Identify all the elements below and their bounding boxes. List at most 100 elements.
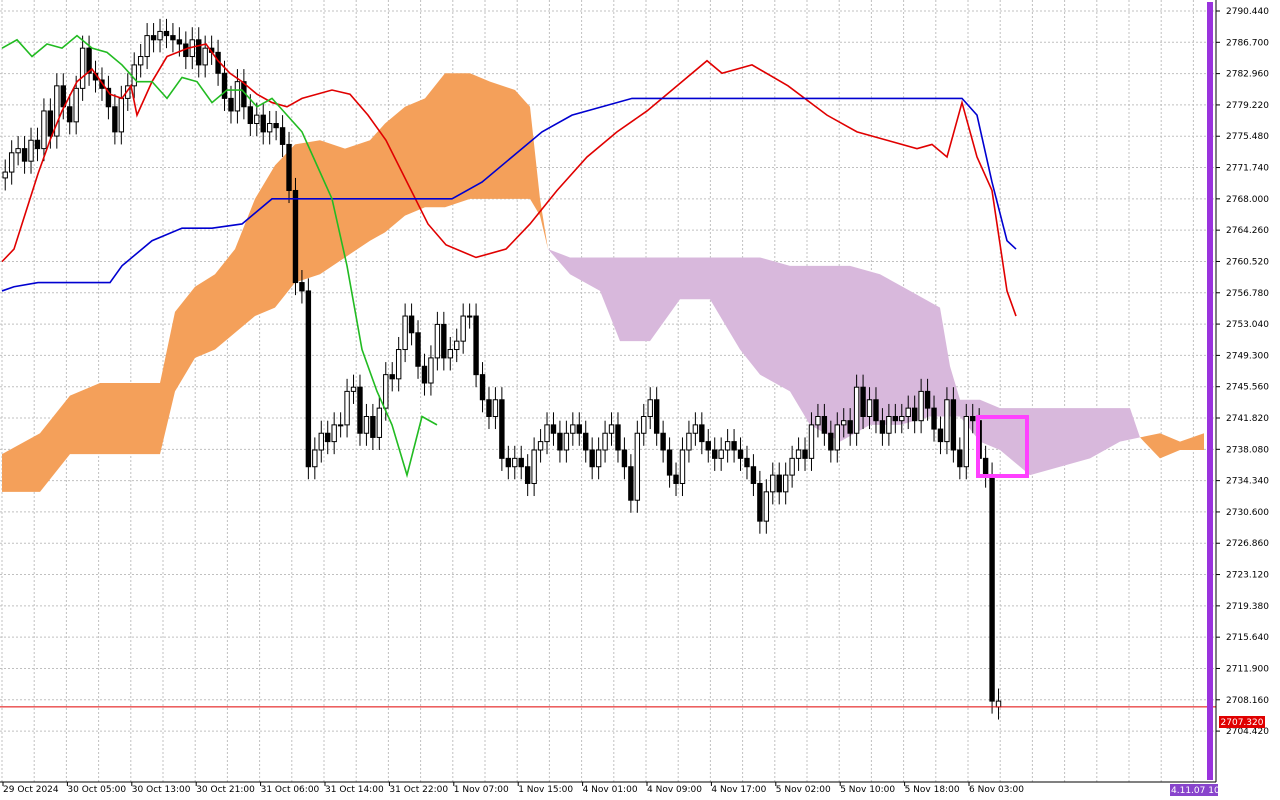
- candle-body: [383, 374, 389, 409]
- candle-body: [176, 39, 183, 45]
- candle-body: [621, 449, 628, 468]
- candle-body: [789, 457, 795, 476]
- candle-body: [157, 30, 163, 41]
- time-tick-label: 1 Nov 07:00: [454, 785, 509, 795]
- candle-body: [479, 374, 486, 401]
- candle-body: [570, 424, 576, 434]
- candle-body: [724, 441, 731, 451]
- candle-body: [34, 139, 41, 150]
- candle-body: [144, 35, 150, 58]
- candle-body: [628, 466, 634, 501]
- candle-body: [292, 189, 299, 284]
- time-tick-label: 31 Oct 06:00: [261, 785, 320, 795]
- time-tick-label: 30 Oct 05:00: [67, 785, 126, 795]
- candle-body: [260, 114, 266, 133]
- candle-body: [2, 171, 8, 179]
- time-tick-label: 5 Nov 18:00: [905, 785, 960, 795]
- candle-body: [305, 290, 312, 468]
- candle-body: [325, 432, 331, 443]
- candle-body: [531, 449, 537, 484]
- candle-body: [634, 432, 641, 501]
- time-tick-label: 6 Nov 03:00: [969, 785, 1024, 795]
- candle-body: [886, 416, 892, 434]
- candle-body: [408, 315, 415, 334]
- candle-body: [112, 106, 118, 133]
- candle-body: [841, 420, 847, 426]
- time-tick-label: 4 Nov 09:00: [647, 785, 702, 795]
- candle-body: [795, 449, 802, 459]
- candle-body: [60, 85, 66, 108]
- candle-body: [273, 123, 279, 129]
- price-tick-label: 2704.420: [1226, 727, 1269, 737]
- candle-body: [512, 457, 518, 468]
- candle-body: [763, 491, 770, 522]
- candle-body: [524, 466, 531, 484]
- candle-body: [41, 110, 47, 150]
- candle-body: [957, 449, 963, 468]
- candle-body: [228, 97, 234, 112]
- candle-body: [196, 39, 202, 66]
- end-time-marker: 2024.11.07 10:00: [1154, 784, 1234, 796]
- price-tick-label: 2771.740: [1226, 164, 1269, 174]
- candle-body: [492, 399, 499, 418]
- candle-body: [344, 390, 350, 426]
- price-tick-label: 2708.160: [1226, 696, 1269, 706]
- time-tick-label: 4 Nov 17:00: [711, 785, 766, 795]
- candle-body: [8, 152, 15, 173]
- time-tick-label: 30 Oct 13:00: [132, 785, 191, 795]
- candle-body: [370, 416, 376, 438]
- candle-body: [486, 399, 492, 418]
- candle-body: [982, 457, 989, 476]
- candle-body: [421, 365, 428, 384]
- candle-body: [918, 390, 924, 422]
- candle-body: [653, 399, 660, 434]
- candle-body: [67, 106, 73, 123]
- candle-body: [363, 416, 370, 434]
- candle-body: [434, 323, 441, 359]
- current-price-marker: 2707.320: [1219, 716, 1265, 728]
- candle-body: [576, 424, 582, 434]
- price-tick-label: 2782.960: [1226, 70, 1269, 80]
- candle-body: [221, 72, 228, 99]
- candle-body: [608, 424, 615, 434]
- candle-body: [118, 97, 125, 133]
- candle-body: [518, 457, 524, 468]
- candle-body: [499, 399, 505, 459]
- candle-body: [615, 424, 621, 451]
- candle-body: [447, 349, 453, 359]
- candle-body: [21, 148, 28, 162]
- candle-body: [931, 407, 937, 430]
- candle-body: [757, 482, 763, 522]
- price-tick-label: 2723.120: [1226, 571, 1269, 581]
- candle-body: [924, 390, 931, 409]
- candle-body: [718, 449, 724, 459]
- candle-body: [395, 349, 402, 380]
- candle-body: [460, 315, 466, 342]
- candle-body: [647, 399, 653, 418]
- candle-body: [782, 474, 789, 493]
- candle-body: [815, 416, 821, 426]
- candle-body: [679, 449, 686, 484]
- candle-body: [441, 323, 447, 359]
- candle-body: [602, 432, 608, 451]
- candle-body: [563, 432, 570, 451]
- candle-body: [234, 81, 241, 112]
- price-tick-label: 2711.900: [1226, 664, 1269, 674]
- price-tick-label: 2749.300: [1226, 351, 1269, 361]
- candle-body: [828, 432, 834, 451]
- candle-body: [808, 424, 815, 459]
- candle-body: [750, 466, 757, 484]
- candle-body: [873, 399, 879, 422]
- candle-body: [247, 106, 254, 125]
- candle-body: [995, 700, 1002, 708]
- candle-body: [899, 416, 905, 422]
- candle-body: [802, 449, 808, 459]
- candle-body: [686, 432, 692, 451]
- candle-body: [357, 386, 363, 434]
- candle-body: [905, 407, 911, 418]
- price-tick-label: 2786.700: [1226, 38, 1269, 48]
- price-tick-label: 2753.040: [1226, 320, 1269, 330]
- candle-body: [583, 432, 589, 451]
- candle-body: [692, 424, 699, 434]
- ichimoku-chart[interactable]: 2790.440 2786.700 2782.960 2779.220 2775.480…: [0, 0, 1280, 800]
